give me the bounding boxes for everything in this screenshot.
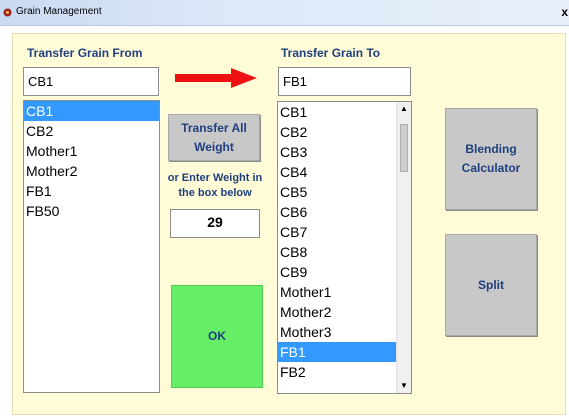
blending-calculator-button[interactable]: Blending Calculator: [445, 108, 537, 210]
transfer-to-field[interactable]: FB1: [278, 67, 411, 96]
list-item[interactable]: CB1: [278, 102, 411, 122]
split-button[interactable]: Split: [445, 234, 537, 336]
list-item[interactable]: CB6: [278, 202, 411, 222]
scroll-up-icon[interactable]: ▲: [397, 102, 411, 116]
list-item[interactable]: Mother2: [24, 161, 159, 181]
transfer-to-list[interactable]: CB1 CB2 CB3 CB4 CB5 CB6 CB7 CB8 CB9 Mother1 Mother…: [277, 101, 412, 394]
close-icon[interactable]: x: [561, 5, 568, 19]
transfer-all-weight-button[interactable]: Transfer All Weight: [168, 114, 260, 161]
vertical-scrollbar[interactable]: ▲ ▼: [396, 102, 411, 393]
list-item[interactable]: FB50: [24, 201, 159, 221]
transfer-to-label: Transfer Grain To: [281, 46, 381, 60]
transfer-to-items: CB1 CB2 CB3 CB4 CB5 CB6 CB7 CB8 CB9 Mother1 Mother…: [278, 102, 411, 382]
blending-line2: Calculator: [461, 161, 521, 175]
list-item[interactable]: CB9: [278, 262, 411, 282]
hint-line2: the box below: [178, 187, 252, 199]
list-item[interactable]: FB2: [278, 362, 411, 382]
list-item[interactable]: FB1: [24, 181, 159, 201]
right-arrow-icon: [175, 68, 257, 88]
transfer-all-weight-label: Transfer All Weight: [181, 119, 247, 157]
list-item[interactable]: CB5: [278, 182, 411, 202]
list-item[interactable]: CB1: [24, 101, 159, 121]
list-item[interactable]: CB2: [24, 121, 159, 141]
blending-line1: Blending: [465, 142, 517, 156]
list-item[interactable]: Mother3: [278, 322, 411, 342]
list-item[interactable]: CB3: [278, 142, 411, 162]
hint-line1: or Enter Weight in: [167, 172, 263, 184]
transfer-all-line1: Transfer All: [181, 120, 247, 135]
list-item[interactable]: FB1: [278, 342, 411, 362]
scroll-down-icon[interactable]: ▼: [397, 379, 411, 393]
list-item[interactable]: Mother1: [278, 282, 411, 302]
window-title: Grain Management: [16, 6, 102, 17]
list-item[interactable]: CB7: [278, 222, 411, 242]
blending-calculator-label: Blending Calculator: [462, 140, 521, 178]
title-bar: Grain Management x: [0, 0, 569, 26]
transfer-from-field[interactable]: CB1: [23, 67, 159, 96]
ok-button[interactable]: OK: [171, 285, 263, 388]
transfer-from-label: Transfer Grain From: [27, 46, 143, 60]
app-icon: [3, 8, 12, 17]
transfer-from-list[interactable]: CB1 CB2 Mother1 Mother2 FB1 FB50: [23, 100, 160, 393]
weight-hint-text: or Enter Weight in the box below: [163, 171, 267, 201]
list-item[interactable]: Mother1: [24, 141, 159, 161]
list-item[interactable]: CB4: [278, 162, 411, 182]
grain-management-form: Transfer Grain From CB1 CB1 CB2 Mother1 Mot…: [12, 33, 566, 415]
transfer-all-line2: Weight: [194, 139, 234, 154]
scrollbar-thumb[interactable]: [400, 124, 408, 172]
weight-input[interactable]: 29: [170, 209, 260, 238]
list-item[interactable]: CB2: [278, 122, 411, 142]
list-item[interactable]: CB8: [278, 242, 411, 262]
list-item[interactable]: Mother2: [278, 302, 411, 322]
